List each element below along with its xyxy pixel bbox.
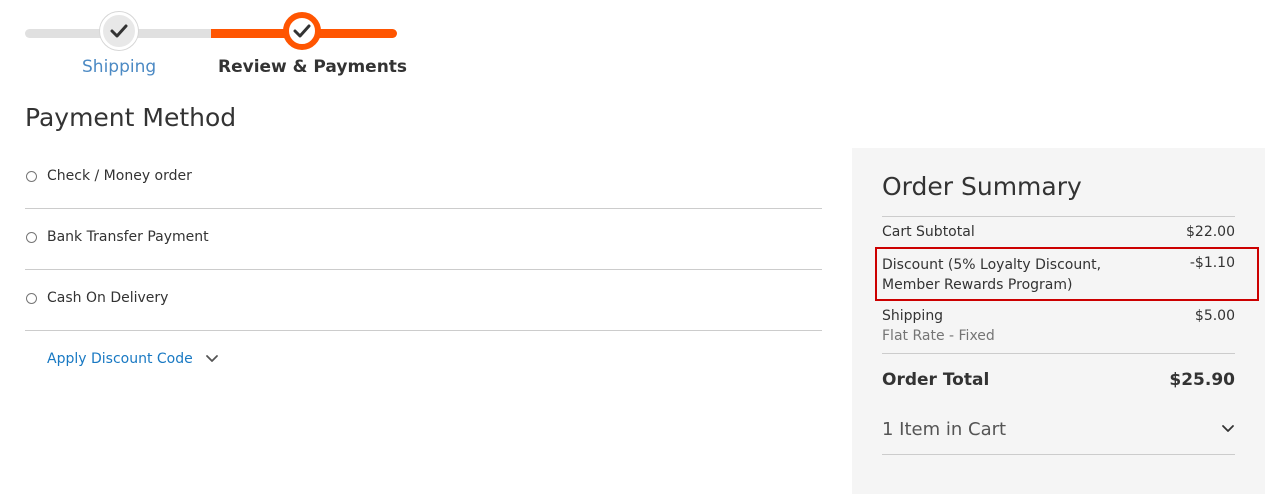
- checkout-progress-bar: Shipping Review & Payments: [25, 10, 407, 80]
- chevron-down-icon[interactable]: [1221, 424, 1235, 434]
- summary-divider: [882, 216, 1235, 217]
- cart-subtotal-value: $22.00: [1186, 224, 1235, 240]
- payment-option-cash-on-delivery[interactable]: Cash On Delivery: [25, 270, 822, 331]
- order-summary-panel: Order Summary Cart Subtotal $22.00 Disco…: [852, 148, 1265, 494]
- shipping-method-label: Flat Rate - Fixed: [882, 328, 995, 344]
- order-total-label: Order Total: [882, 370, 990, 390]
- step-review-label: Review & Payments: [218, 57, 408, 77]
- items-in-cart-label[interactable]: 1 Item in Cart: [882, 419, 1006, 440]
- cart-subtotal-row: Cart Subtotal $22.00: [882, 224, 1235, 244]
- payment-radio-cash-on-delivery[interactable]: [26, 293, 37, 304]
- payment-option-label[interactable]: Bank Transfer Payment: [47, 229, 209, 245]
- cart-subtotal-label: Cart Subtotal: [882, 224, 975, 240]
- discount-value: -$1.10: [1189, 255, 1235, 271]
- apply-discount-code-toggle[interactable]: Apply Discount Code: [47, 351, 219, 367]
- step-review-checkmark-icon: [283, 12, 321, 50]
- checkmark-icon: [110, 24, 128, 38]
- order-total-value: $25.90: [1169, 370, 1235, 390]
- shipping-value: $5.00: [1194, 308, 1235, 324]
- payment-radio-bank-transfer[interactable]: [26, 232, 37, 243]
- chevron-down-icon[interactable]: [205, 354, 219, 364]
- order-summary-title: Order Summary: [882, 172, 1082, 201]
- discount-label: Discount (5% Loyalty Discount, Member Re…: [882, 257, 1102, 293]
- payment-method-list: Check / Money order Bank Transfer Paymen…: [25, 148, 822, 331]
- step-shipping-link[interactable]: Shipping: [82, 57, 156, 77]
- payment-method-title: Payment Method: [25, 103, 237, 132]
- order-total-row: Order Total $25.90: [882, 370, 1235, 394]
- payment-option-label[interactable]: Check / Money order: [47, 168, 192, 184]
- discount-row: Discount (5% Loyalty Discount, Member Re…: [882, 255, 1235, 297]
- step-shipping-checkmark-icon[interactable]: [100, 12, 138, 50]
- checkmark-icon: [293, 24, 311, 38]
- shipping-label: Shipping: [882, 308, 944, 324]
- payment-option-label[interactable]: Cash On Delivery: [47, 290, 168, 306]
- shipping-row: Shipping $5.00 Flat Rate - Fixed: [882, 308, 1235, 348]
- payment-option-check-money-order[interactable]: Check / Money order: [25, 148, 822, 209]
- apply-discount-code-label[interactable]: Apply Discount Code: [47, 351, 193, 367]
- summary-divider: [882, 454, 1235, 455]
- items-in-cart-toggle[interactable]: 1 Item in Cart: [882, 419, 1235, 440]
- payment-option-bank-transfer[interactable]: Bank Transfer Payment: [25, 209, 822, 270]
- payment-radio-check-money-order[interactable]: [26, 171, 37, 182]
- summary-divider: [882, 353, 1235, 354]
